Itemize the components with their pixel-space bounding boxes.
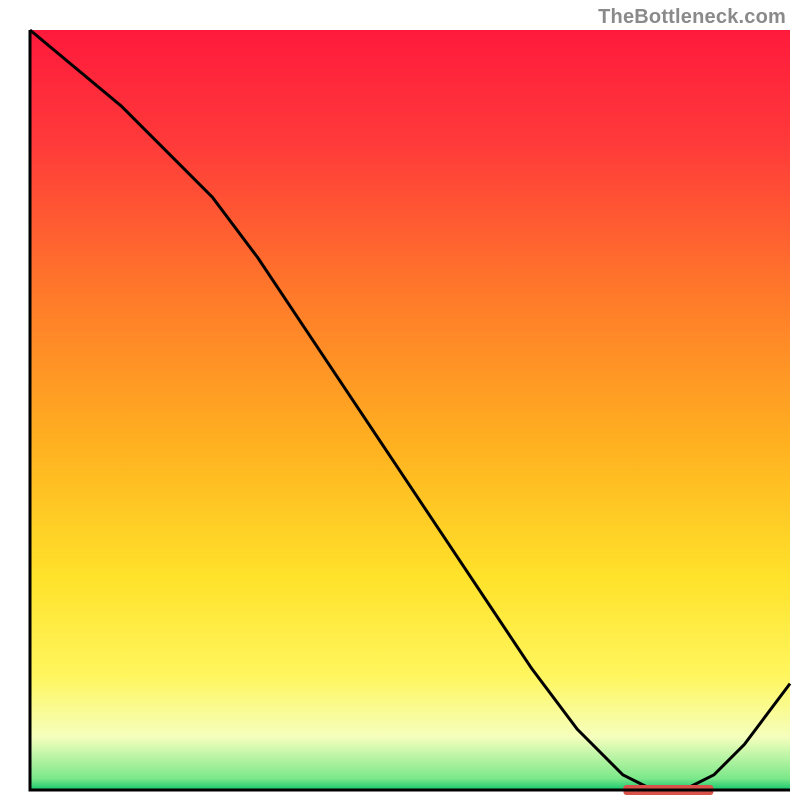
bottleneck-chart [0,0,800,800]
watermark-text: TheBottleneck.com [598,6,786,29]
plot-background [30,30,790,790]
chart-container: TheBottleneck.com [0,0,800,800]
